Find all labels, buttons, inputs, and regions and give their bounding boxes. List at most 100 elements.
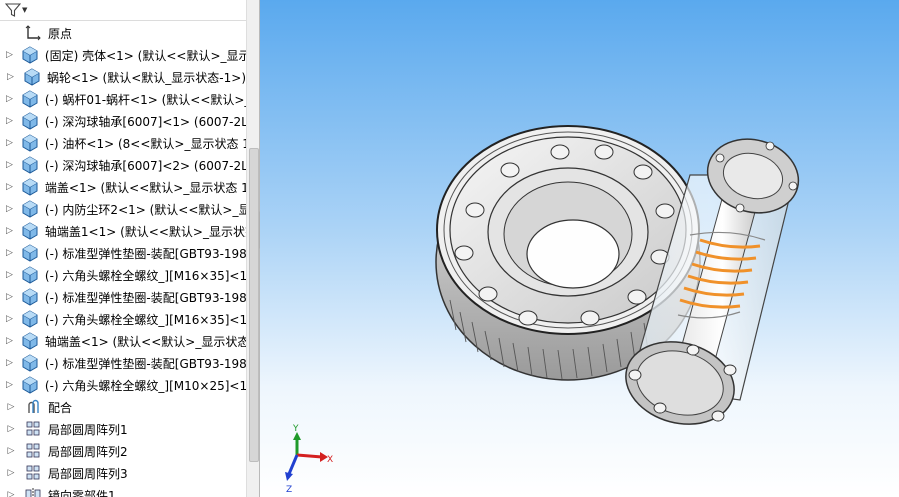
expand-arrow-icon[interactable]: ▷ xyxy=(6,396,16,418)
tree-item-label: 镜向零部件1 xyxy=(48,488,116,497)
tree-item[interactable]: ▷ 轴端盖1<1> (默认<<默认>_显示状态 xyxy=(0,220,246,242)
part-icon xyxy=(21,244,39,262)
tree-item[interactable]: ▷ (-) 深沟球轴承[6007]<2> (6007-2LS xyxy=(0,154,246,176)
tree-item-label: 原点 xyxy=(48,26,73,41)
tree-item-label: 局部圆周阵列2 xyxy=(48,444,128,459)
tree-item[interactable]: ▷ (-) 蜗杆01-蜗杆<1> (默认<<默认>_ xyxy=(0,88,246,110)
graphics-viewport[interactable]: Y X Z xyxy=(260,0,899,497)
model-view: Y X Z xyxy=(285,125,800,495)
tree-item[interactable]: ▷ (-) 标准型弹性垫圈-装配[GBT93-198 xyxy=(0,242,246,264)
tree-item-label: 轴端盖1<1> (默认<<默认>_显示状态 xyxy=(44,224,246,239)
tree-item-label: (固定) 壳体<1> (默认<<默认>_显示 xyxy=(44,48,246,63)
tree-item[interactable]: ▷ (-) 六角头螺栓全螺纹_][M10×25]<1 xyxy=(0,374,246,396)
tree-item[interactable]: ▷ (-) 六角头螺栓全螺纹_][M16×35]<1 xyxy=(0,308,246,330)
part-icon xyxy=(21,332,39,350)
part-icon xyxy=(21,112,39,130)
tree-item[interactable]: ▷ 镜向零部件1 xyxy=(0,484,246,497)
scrollbar-thumb[interactable] xyxy=(249,148,259,462)
tree-item[interactable]: ▷ (-) 深沟球轴承[6007]<1> (6007-2LS xyxy=(0,110,246,132)
part-icon xyxy=(21,266,39,284)
tree-item-label: (-) 标准型弹性垫圈-装配[GBT93-198 xyxy=(44,290,246,305)
part-icon xyxy=(21,222,39,240)
part-icon xyxy=(21,46,39,64)
part-icon xyxy=(21,178,39,196)
expand-arrow-icon[interactable]: ▷ xyxy=(6,198,13,220)
expand-arrow-icon[interactable]: ▷ xyxy=(6,264,13,286)
expand-arrow-icon[interactable]: ▷ xyxy=(6,154,13,176)
tree-item-label: (-) 六角头螺栓全螺纹_][M16×35]<1 xyxy=(44,312,246,327)
tree-item[interactable]: ▷ (-) 油杯<1> (8<<默认>_显示状态 1 xyxy=(0,132,246,154)
tree-item[interactable]: ▷ 配合 xyxy=(0,396,246,418)
part-icon xyxy=(21,156,39,174)
axis-z-label: Z xyxy=(286,485,292,495)
expand-arrow-icon[interactable]: ▷ xyxy=(6,66,15,88)
chevron-down-icon: ▼ xyxy=(22,6,28,14)
tree-item[interactable]: ▷ 局部圆周阵列1 xyxy=(0,418,246,440)
part-icon xyxy=(21,376,39,394)
tree-item-label: (-) 六角头螺栓全螺纹_][M10×25]<1 xyxy=(44,378,246,393)
part-icon xyxy=(21,354,39,372)
expand-arrow-icon[interactable]: ▷ xyxy=(6,374,13,396)
filter-bar: ▼ xyxy=(0,0,246,21)
expand-arrow-icon[interactable]: ▷ xyxy=(6,418,16,440)
tree-item[interactable]: ▷ 轴端盖<1> (默认<<默认>_显示状态 xyxy=(0,330,246,352)
tree-item[interactable]: ▷ 蜗轮<1> (默认<默认_显示状态-1>) xyxy=(0,66,246,88)
tree-item-label: (-) 深沟球轴承[6007]<1> (6007-2LS xyxy=(44,114,246,129)
tree-item[interactable]: ▷ 局部圆周阵列2 xyxy=(0,440,246,462)
filter-icon xyxy=(5,3,21,17)
tree-item-label: 配合 xyxy=(48,400,73,415)
expand-arrow-icon[interactable]: ▷ xyxy=(6,110,13,132)
tree-item[interactable]: ▷ 局部圆周阵列3 xyxy=(0,462,246,484)
tree-item-label: (-) 标准型弹性垫圈-装配[GBT93-198 xyxy=(44,246,246,261)
tree-item-label: (-) 标准型弹性垫圈-装配[GBT93-198 xyxy=(44,356,246,371)
filter-button[interactable]: ▼ xyxy=(5,1,31,19)
circular-pattern-icon xyxy=(24,464,42,482)
tree-item[interactable]: ▷ (固定) 壳体<1> (默认<<默认>_显示 xyxy=(0,44,246,66)
tree-item-label: 端盖<1> (默认<<默认>_显示状态 1 xyxy=(44,180,246,195)
tree-item-label: (-) 蜗杆01-蜗杆<1> (默认<<默认>_ xyxy=(44,92,246,107)
tree-item-label: (-) 油杯<1> (8<<默认>_显示状态 1 xyxy=(44,136,246,151)
tree-item-label: 局部圆周阵列1 xyxy=(48,422,128,437)
feature-tree-pane: ▼ 原点 ▷ (固定) 壳体<1> (默认<<默认>_显示 ▷ 蜗轮<1> (默认<默认… xyxy=(0,0,260,497)
mirror-icon xyxy=(24,486,42,497)
expand-arrow-icon[interactable]: ▷ xyxy=(6,352,13,374)
tree-item[interactable]: ▷ (-) 内防尘环2<1> (默认<<默认>_显 xyxy=(0,198,246,220)
tree-item[interactable]: ▷ (-) 标准型弹性垫圈-装配[GBT93-198 xyxy=(0,352,246,374)
axis-y-label: Y xyxy=(292,424,299,434)
tree-item[interactable]: ▷ (-) 标准型弹性垫圈-装配[GBT93-198 xyxy=(0,286,246,308)
expand-arrow-icon[interactable]: ▷ xyxy=(6,286,13,308)
expand-arrow-icon[interactable]: ▷ xyxy=(6,308,13,330)
part-icon xyxy=(21,310,39,328)
expand-arrow-icon[interactable]: ▷ xyxy=(6,440,16,462)
tree-item-label: 局部圆周阵列3 xyxy=(48,466,128,481)
tree-item-label: 轴端盖<1> (默认<<默认>_显示状态 xyxy=(44,334,246,349)
tree-item[interactable]: ▷ 端盖<1> (默认<<默认>_显示状态 1 xyxy=(0,176,246,198)
origin-icon xyxy=(24,24,42,42)
expand-arrow-icon[interactable]: ▷ xyxy=(6,176,13,198)
expand-arrow-icon[interactable]: ▷ xyxy=(6,462,16,484)
circular-pattern-icon xyxy=(24,442,42,460)
part-icon xyxy=(21,288,39,306)
expand-arrow-icon[interactable]: ▷ xyxy=(6,132,13,154)
tree-item[interactable]: ▷ (-) 六角头螺栓全螺纹_][M16×35]<1 xyxy=(0,264,246,286)
tree-item-label: 蜗轮<1> (默认<默认_显示状态-1>) xyxy=(47,70,246,85)
tree-scrollbar[interactable] xyxy=(246,0,259,497)
tree-item-label: (-) 内防尘环2<1> (默认<<默认>_显 xyxy=(44,202,246,217)
expand-arrow-icon[interactable]: ▷ xyxy=(6,484,16,497)
tree-item[interactable]: 原点 xyxy=(0,22,246,44)
tree-item-label: (-) 六角头螺栓全螺纹_][M16×35]<1 xyxy=(44,268,246,283)
expand-arrow-icon[interactable]: ▷ xyxy=(6,44,13,66)
part-icon xyxy=(21,200,39,218)
expand-arrow-icon[interactable]: ▷ xyxy=(6,242,13,264)
tree-item-label: (-) 深沟球轴承[6007]<2> (6007-2LS xyxy=(44,158,246,173)
expand-arrow-icon[interactable]: ▷ xyxy=(6,88,13,110)
part-icon xyxy=(21,90,39,108)
part-icon xyxy=(21,134,39,152)
part-icon xyxy=(23,68,41,86)
expand-arrow-icon[interactable]: ▷ xyxy=(6,220,13,242)
axis-x-label: X xyxy=(327,455,333,465)
coordinate-triad: Y X Z xyxy=(285,424,333,495)
expand-arrow-icon[interactable]: ▷ xyxy=(6,330,13,352)
mates-icon xyxy=(24,398,42,416)
